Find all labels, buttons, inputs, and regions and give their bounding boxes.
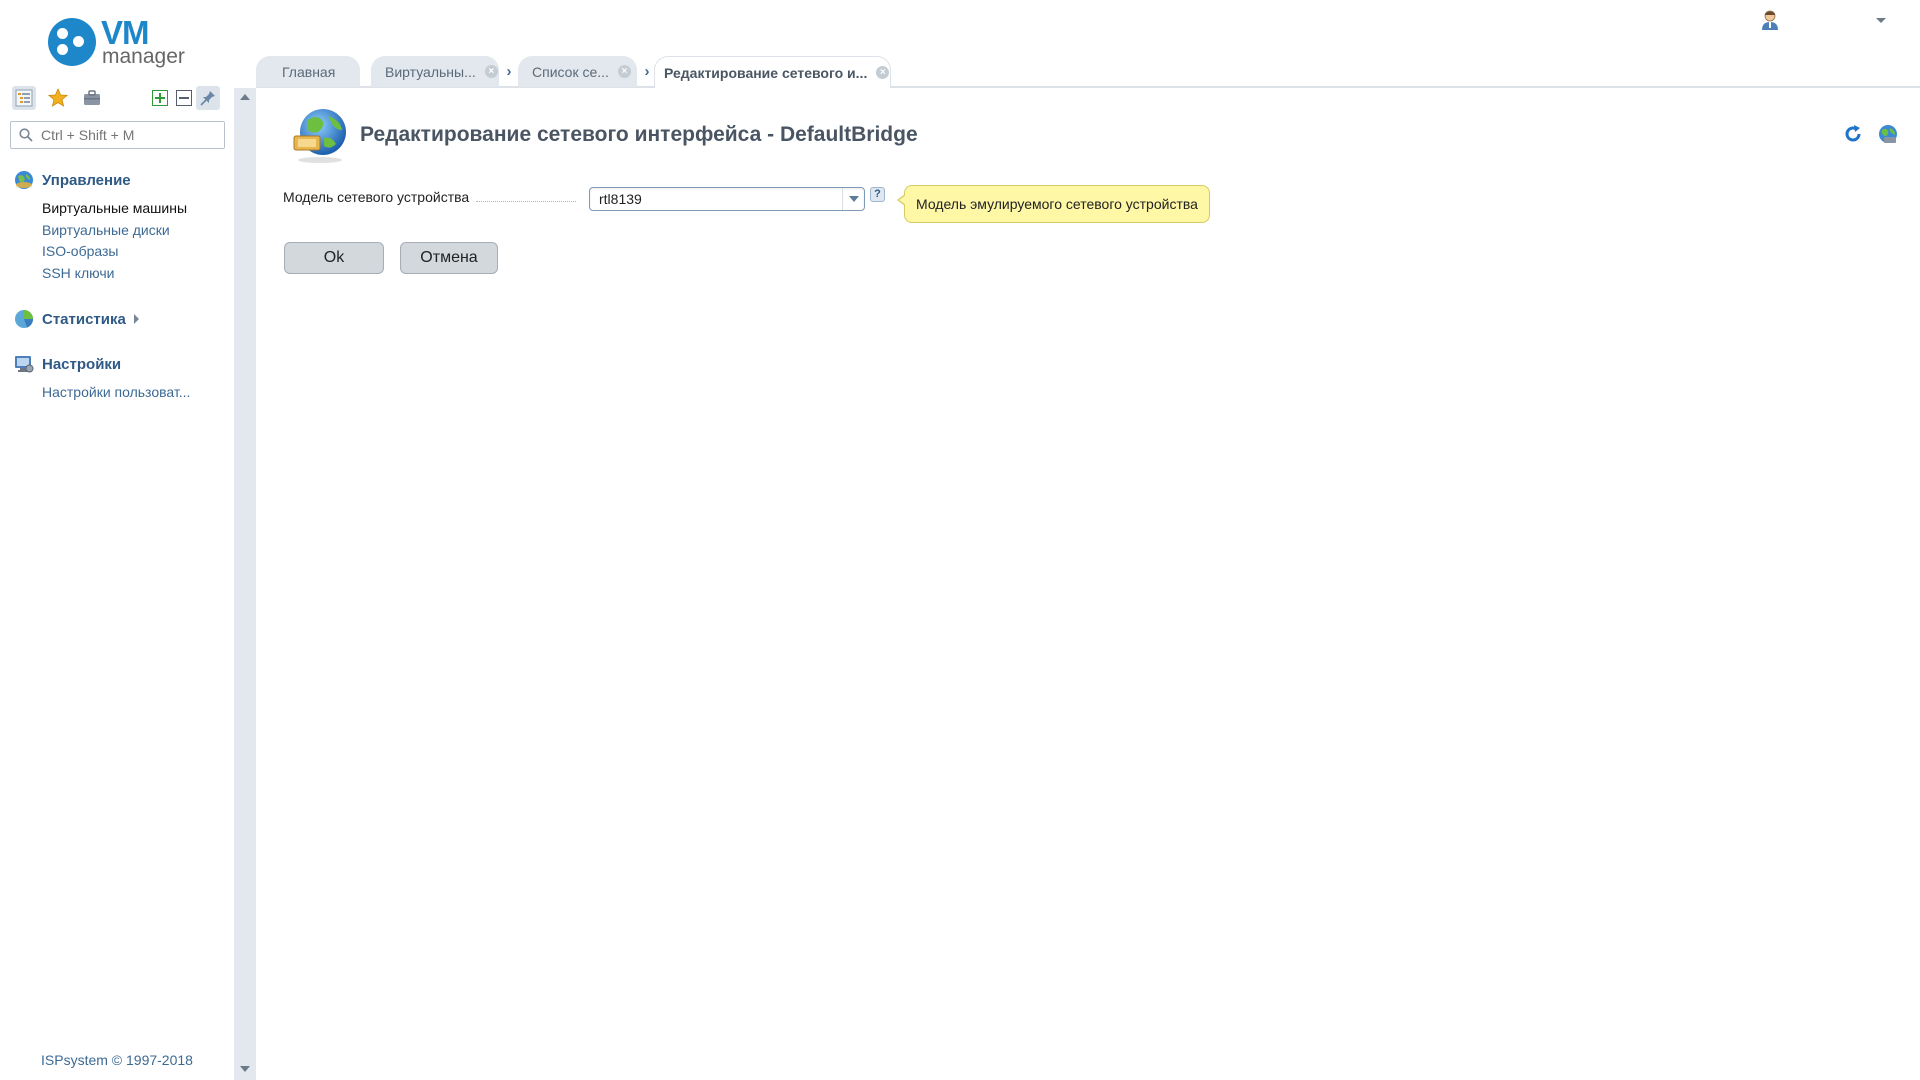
nav-group-title: Статистика xyxy=(42,310,126,328)
sidebar-search[interactable] xyxy=(10,121,225,149)
scroll-up-arrow-icon[interactable] xyxy=(240,94,250,100)
nav-head-settings[interactable]: Настройки xyxy=(14,352,190,376)
refresh-icon[interactable] xyxy=(1843,124,1863,144)
tab-home[interactable]: Главная xyxy=(256,56,360,87)
nav-group-title: Настройки xyxy=(42,355,122,373)
sidebar-item-virtual-machines[interactable]: Виртуальные машины xyxy=(42,198,187,220)
vmmanager-logo[interactable]: VM manager xyxy=(48,14,198,72)
favorites-star-icon[interactable] xyxy=(46,86,70,110)
logo-circle xyxy=(48,18,96,66)
tab-label: Главная xyxy=(282,63,336,80)
breadcrumb-chevron-right-icon: › xyxy=(644,63,650,80)
ok-button[interactable]: Ok xyxy=(284,242,384,274)
tooltip-text: Модель эмулируемого сетевого устройства xyxy=(916,196,1198,212)
close-icon[interactable]: × xyxy=(876,66,890,79)
pin-icon[interactable] xyxy=(196,86,220,110)
sidebar-toolbar xyxy=(12,86,224,112)
breadcrumb-chevron-right-icon: › xyxy=(506,63,512,80)
tab-edit-interface[interactable]: Редактирование сетевого и... × xyxy=(654,56,891,88)
tab-virtual-machines[interactable]: Виртуальны... × xyxy=(371,56,499,87)
globe-help-icon[interactable] xyxy=(1877,123,1899,145)
chevron-right-icon xyxy=(133,314,139,324)
nav-head-statistics[interactable]: Статистика xyxy=(14,307,139,331)
nav-group-management: Управление Виртуальные машины Виртуальны… xyxy=(14,168,187,284)
menu-tree-icon[interactable] xyxy=(12,86,36,110)
chart-icon xyxy=(14,309,34,329)
settings-monitor-icon xyxy=(14,354,34,374)
network-model-select[interactable]: rtl8139 xyxy=(589,187,865,211)
sidebar-item-virtual-disks[interactable]: Виртуальные диски xyxy=(42,220,187,242)
page-title: Редактирование сетевого интерфейса - Def… xyxy=(360,123,918,146)
sidebar-item-user-settings[interactable]: Настройки пользоват... xyxy=(42,382,190,404)
cancel-button[interactable]: Отмена xyxy=(400,242,498,274)
chevron-down-icon[interactable] xyxy=(842,188,864,210)
nav-group-title: Управление xyxy=(42,171,131,189)
network-globe-icon xyxy=(290,106,350,164)
tab-label: Список се... xyxy=(532,63,609,80)
expand-all-icon[interactable] xyxy=(148,86,172,110)
scroll-down-arrow-icon[interactable] xyxy=(240,1066,250,1072)
sidebar-scrollbar[interactable] xyxy=(234,88,256,1080)
search-icon xyxy=(19,128,33,147)
nav-group-settings: Настройки Настройки пользоват... xyxy=(14,352,190,404)
sidebar: VM manager Упр xyxy=(0,0,234,1080)
briefcase-icon[interactable] xyxy=(80,86,104,110)
close-icon[interactable]: × xyxy=(484,65,498,78)
sidebar-item-ssh-keys[interactable]: SSH ключи xyxy=(42,263,187,285)
collapse-all-icon[interactable] xyxy=(172,86,196,110)
nav-head-management[interactable]: Управление xyxy=(14,168,187,192)
help-icon[interactable]: ? xyxy=(870,187,885,202)
tab-bar: Главная Виртуальны... × › Список се... ×… xyxy=(256,56,1920,88)
tab-label: Редактирование сетевого и... xyxy=(664,64,868,81)
close-icon[interactable]: × xyxy=(617,65,631,78)
nav-group-statistics: Статистика xyxy=(14,307,139,331)
sidebar-item-iso-images[interactable]: ISO-образы xyxy=(42,241,187,263)
select-value: rtl8139 xyxy=(599,191,642,207)
search-input[interactable] xyxy=(41,126,216,144)
field-hint-tooltip: Модель эмулируемого сетевого устройства xyxy=(897,185,1210,223)
tab-label: Виртуальны... xyxy=(385,63,476,80)
tab-interface-list[interactable]: Список се... × xyxy=(518,56,637,87)
field-label-network-model: Модель сетевого устройства xyxy=(283,189,470,205)
copyright-text: ISPsystem © 1997-2018 xyxy=(41,1052,193,1068)
logo-text-sub: manager xyxy=(102,45,185,68)
user-avatar-icon[interactable] xyxy=(1760,9,1780,31)
field-leader-dots xyxy=(476,201,576,202)
user-menu-chevron-down-icon[interactable] xyxy=(1876,18,1886,23)
globe-icon xyxy=(14,170,34,190)
